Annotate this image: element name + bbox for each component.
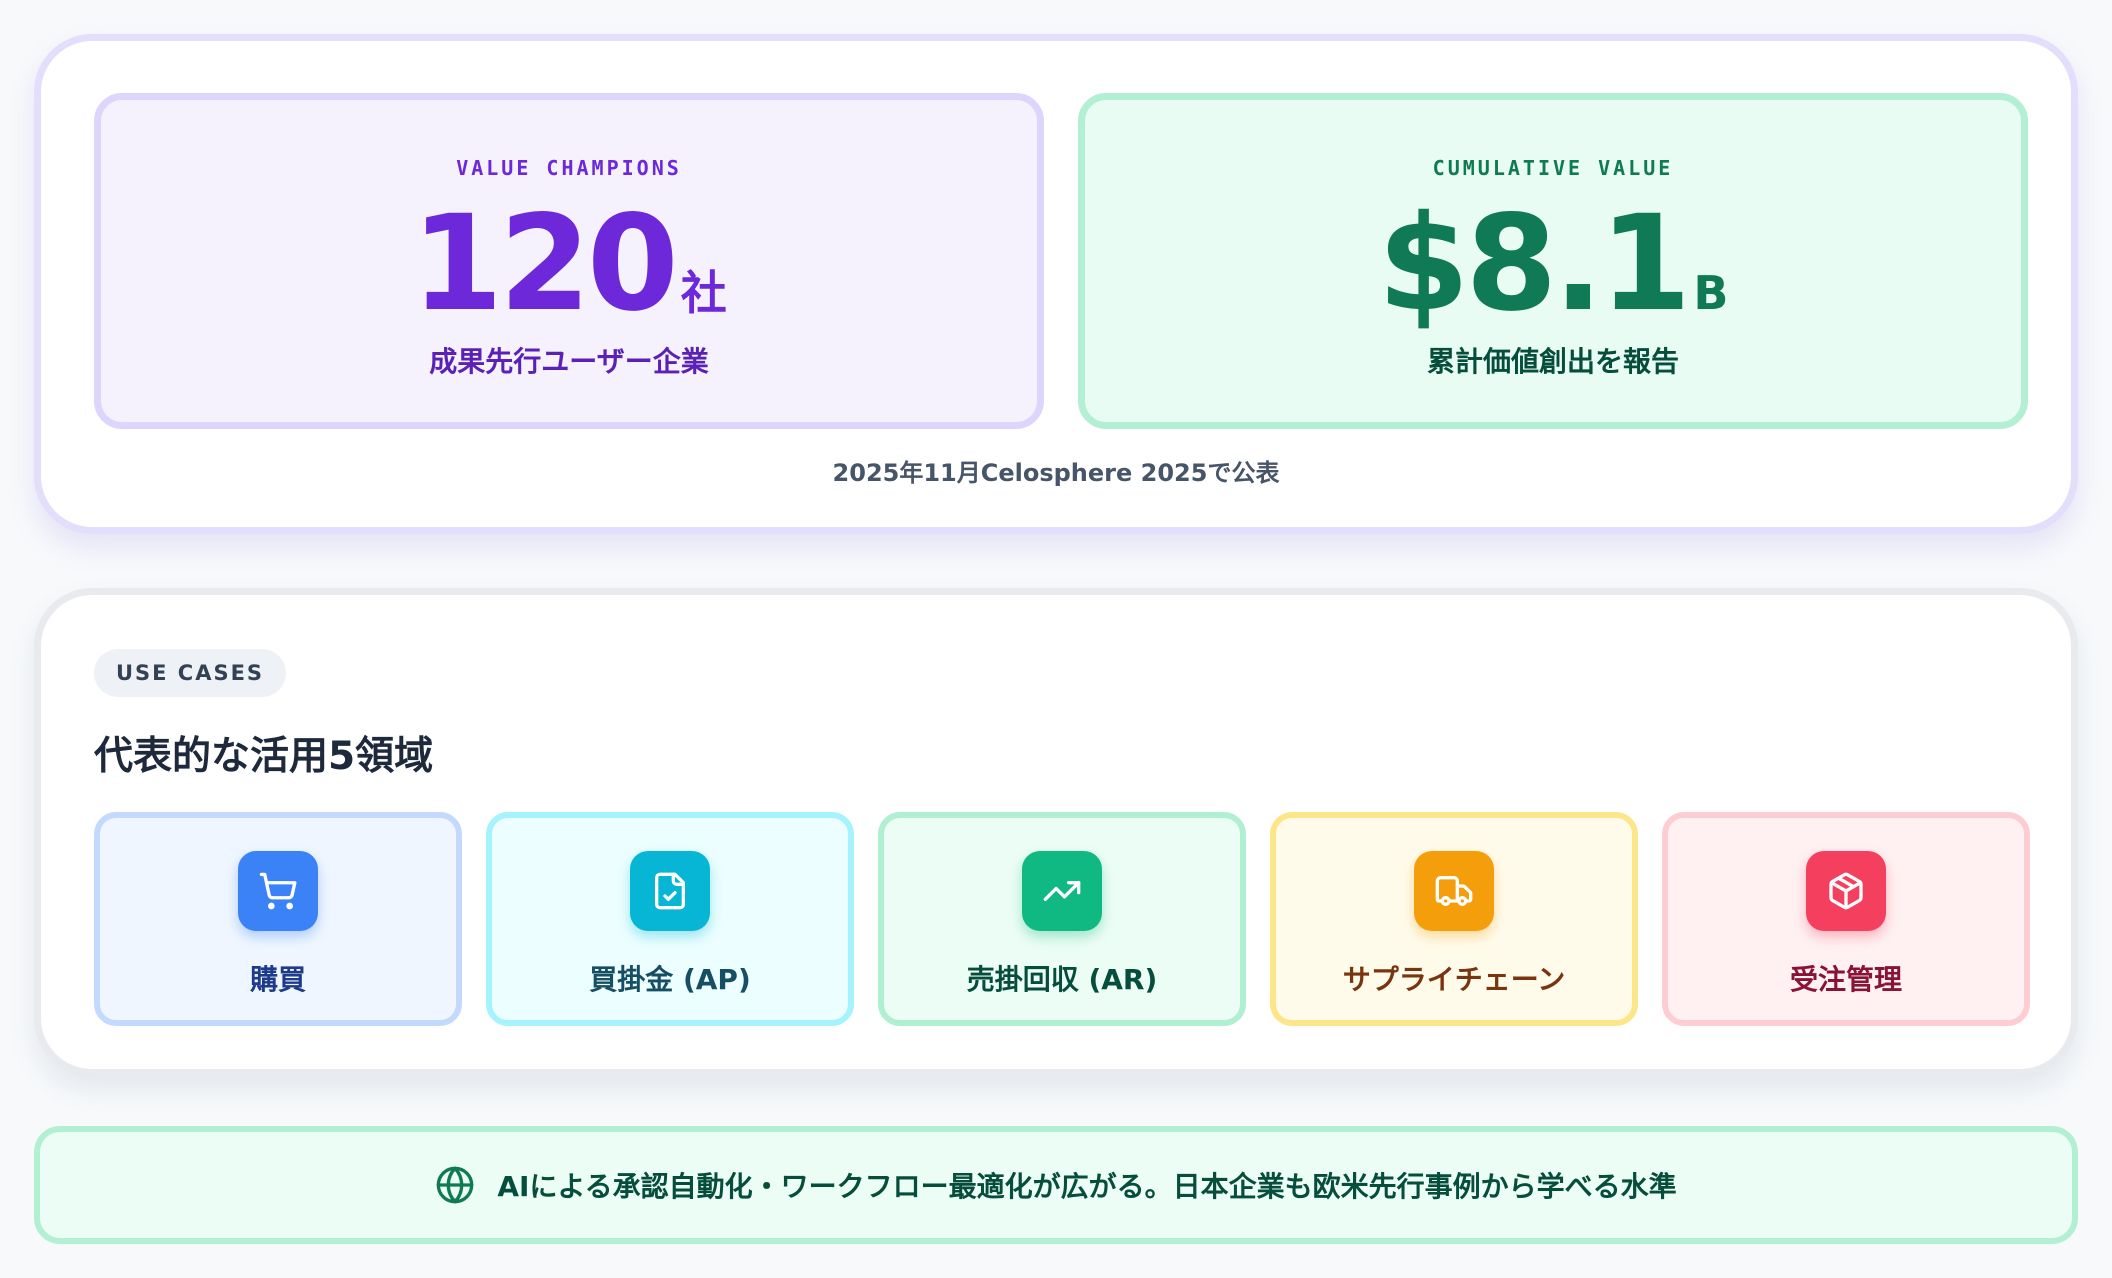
value-champions-description: 成果先行ユーザー企業 [429,345,709,378]
use-case-card-ar[interactable]: 売掛回収 (AR) [878,812,1246,1026]
cumulative-value-kicker: CUMULATIVE VALUE [1432,156,1674,180]
use-case-card-order-management[interactable]: 受注管理 [1662,812,2030,1026]
banner-text: AIによる承認自動化・ワークフロー最適化が広がる。日本企業も欧米先行事例から学べ… [497,1170,1677,1203]
use-cases-pill: USE CASES [94,649,286,697]
use-case-label: 購買 [249,963,306,996]
cumulative-value-number: $8.1 [1377,187,1692,341]
use-case-label: 売掛回収 (AR) [966,963,1158,996]
value-champions-card: VALUE CHAMPIONS 120 社 成果先行ユーザー企業 [94,93,1044,429]
file-check-icon [630,851,710,931]
value-champions-unit: 社 [680,266,727,320]
cumulative-value-description: 累計価値創出を報告 [1426,345,1679,378]
info-banner: AIによる承認自動化・ワークフロー最適化が広がる。日本企業も欧米先行事例から学べ… [34,1126,2078,1244]
globe-icon [437,1166,474,1204]
trending-up-icon [1022,851,1102,931]
package-icon [1806,851,1886,931]
value-champions-number: 120 [411,187,679,341]
use-case-card-ap[interactable]: 買掛金 (AP) [486,812,854,1026]
cumulative-value-card: CUMULATIVE VALUE $8.1 B 累計価値創出を報告 [1078,93,2028,429]
shopping-cart-icon [238,851,318,931]
use-case-label: サプライチェーン [1342,963,1566,996]
truck-icon [1414,851,1494,931]
value-champions-kicker: VALUE CHAMPIONS [456,156,682,180]
use-case-label: 受注管理 [1789,963,1902,996]
cumulative-value-unit: B [1693,266,1729,320]
use-cases-panel: USE CASES 代表的な活用5領域 購買 買掛金 (AP) 売掛回収 (AR… [34,588,2078,1076]
section-title: 代表的な活用5領域 [94,734,434,779]
value-champions-figure: 120 社 [101,198,1037,330]
cumulative-value-figure: $8.1 B [1085,198,2021,330]
value-summary-panel: VALUE CHAMPIONS 120 社 成果先行ユーザー企業 CUMULATI… [34,34,2078,534]
use-case-card-supply-chain[interactable]: サプライチェーン [1270,812,1638,1026]
use-case-card-procurement[interactable]: 購買 [94,812,462,1026]
source-note: 2025年11月Celosphere 2025で公表 [832,459,1280,487]
use-case-label: 買掛金 (AP) [589,963,751,996]
